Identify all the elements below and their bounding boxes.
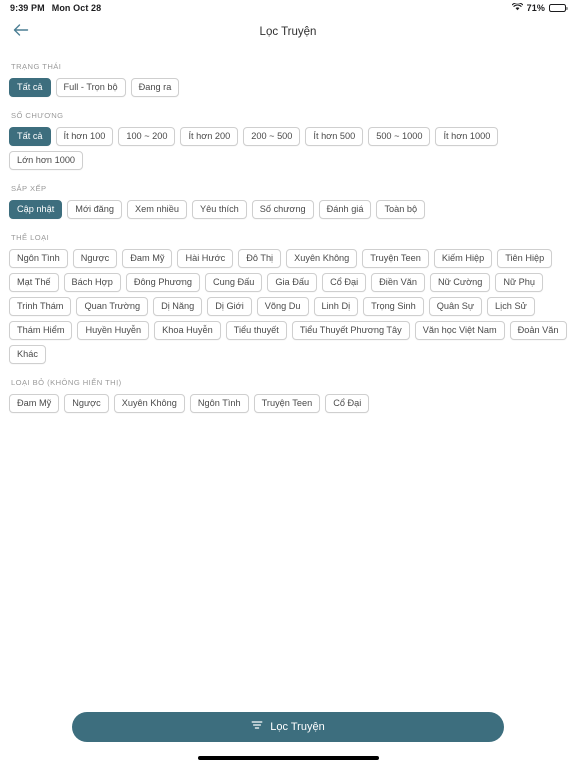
chip-sap-xep-1[interactable]: Mới đăng [67, 200, 123, 219]
chip-the-loai-24[interactable]: Trọng Sinh [363, 297, 424, 316]
filter-icon [251, 718, 263, 736]
chip-the-loai-8[interactable]: Tiên Hiệp [497, 249, 553, 268]
chip-loai-bo-0[interactable]: Đam Mỹ [9, 394, 60, 413]
chip-so-chuong-2[interactable]: 100 ~ 200 [118, 127, 176, 146]
filter-section-so-chuong: SỐ CHƯƠNG Tất cả Ít hơn 100 100 ~ 200 Ít hơn… [9, 111, 567, 170]
chip-row-the-loai: Ngôn Tình Ngược Đam Mỹ Hài Hước Đô Thị Xuyên … [9, 249, 567, 364]
section-title-the-loai: THỂ LOẠI [11, 233, 50, 242]
chip-so-chuong-3[interactable]: Ít hơn 200 [180, 127, 239, 146]
status-bar-left: 9:39 PM Mon Oct 28 [10, 3, 101, 13]
chip-the-loai-4[interactable]: Đô Thị [238, 249, 282, 268]
chip-trang-thai-0[interactable]: Tất cả [9, 78, 51, 97]
chip-the-loai-22[interactable]: Võng Du [256, 297, 309, 316]
apply-filter-label: Lọc Truyện [270, 720, 325, 733]
section-title-so-chuong: SỐ CHƯƠNG [11, 111, 64, 120]
status-bar-right: 71% [511, 1, 568, 13]
chip-sap-xep-0[interactable]: Cập nhật [9, 200, 63, 219]
bottom-bar: Lọc Truyện [0, 711, 576, 768]
chip-row-sap-xep: Cập nhật Mới đăng Xem nhiều Yêu thích Số chư… [9, 200, 567, 219]
filter-section-loai-bo: LOẠI BỎ (KHÔNG HIỂN THỊ) Đam Mỹ Ngược Xuyên… [9, 378, 567, 413]
chip-the-loai-32[interactable]: Văn học Việt Nam [414, 321, 505, 340]
battery-icon [549, 3, 568, 12]
battery-percent-label: 71% [526, 2, 545, 13]
chip-sap-xep-2[interactable]: Xem nhiều [127, 200, 187, 219]
nav-bar: Lọc Truyện [0, 15, 576, 49]
filter-content: TRẠNG THÁI Tất cả Full - Trọn bộ Đang ra SỐ … [0, 62, 576, 413]
chip-the-loai-25[interactable]: Quân Sự [428, 297, 483, 316]
page-title: Lọc Truyện [259, 26, 317, 38]
back-button[interactable] [8, 19, 34, 45]
section-title-loai-bo: LOẠI BỎ (KHÔNG HIỂN THỊ) [11, 378, 122, 387]
chip-the-loai-27[interactable]: Thám Hiểm [9, 321, 73, 340]
chip-sap-xep-6[interactable]: Toàn bộ [376, 200, 426, 219]
chip-the-loai-29[interactable]: Khoa Huyễn [154, 321, 221, 340]
chip-the-loai-3[interactable]: Hài Hước [177, 249, 234, 268]
section-title-trang-thai: TRẠNG THÁI [11, 62, 62, 71]
status-time: 9:39 PM [10, 2, 45, 13]
filter-section-sap-xep: SẮP XẾP Cập nhật Mới đăng Xem nhiều Yêu thíc… [9, 184, 567, 219]
chip-the-loai-6[interactable]: Truyện Teen [362, 249, 429, 268]
chip-trang-thai-2[interactable]: Đang ra [130, 78, 180, 97]
chip-the-loai-17[interactable]: Nữ Phụ [495, 273, 544, 292]
chip-the-loai-14[interactable]: Cổ Đại [322, 273, 367, 292]
chip-the-loai-21[interactable]: Dị Giới [207, 297, 252, 316]
chip-the-loai-20[interactable]: Dị Năng [153, 297, 203, 316]
apply-filter-button[interactable]: Lọc Truyện [72, 711, 504, 742]
chip-loai-bo-5[interactable]: Cổ Đại [325, 394, 370, 413]
home-indicator [197, 755, 379, 760]
chip-loai-bo-1[interactable]: Ngược [64, 394, 109, 413]
chip-sap-xep-3[interactable]: Yêu thích [191, 200, 247, 219]
chip-so-chuong-1[interactable]: Ít hơn 100 [55, 127, 114, 146]
chip-so-chuong-8[interactable]: Lớn hơn 1000 [9, 151, 84, 170]
chip-so-chuong-0[interactable]: Tất cả [9, 127, 51, 146]
chip-the-loai-19[interactable]: Quan Trường [76, 297, 149, 316]
chip-the-loai-33[interactable]: Đoản Văn [509, 321, 567, 340]
chip-sap-xep-4[interactable]: Số chương [251, 200, 314, 219]
chip-sap-xep-5[interactable]: Đánh giá [318, 200, 372, 219]
chip-the-loai-5[interactable]: Xuyên Không [286, 249, 358, 268]
chip-the-loai-16[interactable]: Nữ Cường [429, 273, 491, 292]
arrow-left-icon [13, 23, 29, 42]
chip-the-loai-7[interactable]: Kiếm Hiệp [433, 249, 493, 268]
chip-the-loai-26[interactable]: Lịch Sử [487, 297, 535, 316]
wifi-icon [511, 1, 523, 13]
chip-row-trang-thai: Tất cả Full - Trọn bộ Đang ra [9, 78, 567, 97]
chip-the-loai-13[interactable]: Gia Đấu [267, 273, 318, 292]
chip-the-loai-12[interactable]: Cung Đấu [204, 273, 263, 292]
status-bar: 9:39 PM Mon Oct 28 71% [0, 0, 576, 15]
chip-the-loai-9[interactable]: Mạt Thế [9, 273, 59, 292]
chip-the-loai-1[interactable]: Ngược [72, 249, 118, 268]
chip-the-loai-30[interactable]: Tiểu thuyết [225, 321, 287, 340]
chip-the-loai-23[interactable]: Linh Dị [313, 297, 359, 316]
chip-row-loai-bo: Đam Mỹ Ngược Xuyên Không Ngôn Tình Truyện Te… [9, 394, 567, 413]
chip-loai-bo-2[interactable]: Xuyên Không [113, 394, 185, 413]
chip-loai-bo-3[interactable]: Ngôn Tình [189, 394, 249, 413]
chip-row-so-chuong: Tất cả Ít hơn 100 100 ~ 200 Ít hơn 200 200 ~… [9, 127, 567, 170]
chip-the-loai-28[interactable]: Huyền Huyễn [77, 321, 150, 340]
chip-the-loai-34[interactable]: Khác [9, 345, 46, 364]
chip-the-loai-2[interactable]: Đam Mỹ [122, 249, 173, 268]
chip-the-loai-18[interactable]: Trinh Thám [9, 297, 72, 316]
chip-so-chuong-5[interactable]: Ít hơn 500 [305, 127, 364, 146]
filter-section-trang-thai: TRẠNG THÁI Tất cả Full - Trọn bộ Đang ra [9, 62, 567, 97]
chip-so-chuong-6[interactable]: 500 ~ 1000 [368, 127, 431, 146]
chip-so-chuong-7[interactable]: Ít hơn 1000 [435, 127, 499, 146]
chip-the-loai-0[interactable]: Ngôn Tình [9, 249, 68, 268]
chip-the-loai-11[interactable]: Đông Phương [125, 273, 200, 292]
chip-the-loai-10[interactable]: Bách Hợp [63, 273, 121, 292]
chip-the-loai-31[interactable]: Tiểu Thuyết Phương Tây [291, 321, 410, 340]
filter-section-the-loai: THỂ LOẠI Ngôn Tình Ngược Đam Mỹ Hài Hước Đô T… [9, 233, 567, 364]
chip-the-loai-15[interactable]: Điền Văn [371, 273, 425, 292]
section-title-sap-xep: SẮP XẾP [11, 184, 47, 193]
chip-loai-bo-4[interactable]: Truyện Teen [253, 394, 321, 413]
chip-trang-thai-1[interactable]: Full - Trọn bộ [55, 78, 126, 97]
status-date: Mon Oct 28 [51, 2, 102, 13]
chip-so-chuong-4[interactable]: 200 ~ 500 [243, 127, 301, 146]
